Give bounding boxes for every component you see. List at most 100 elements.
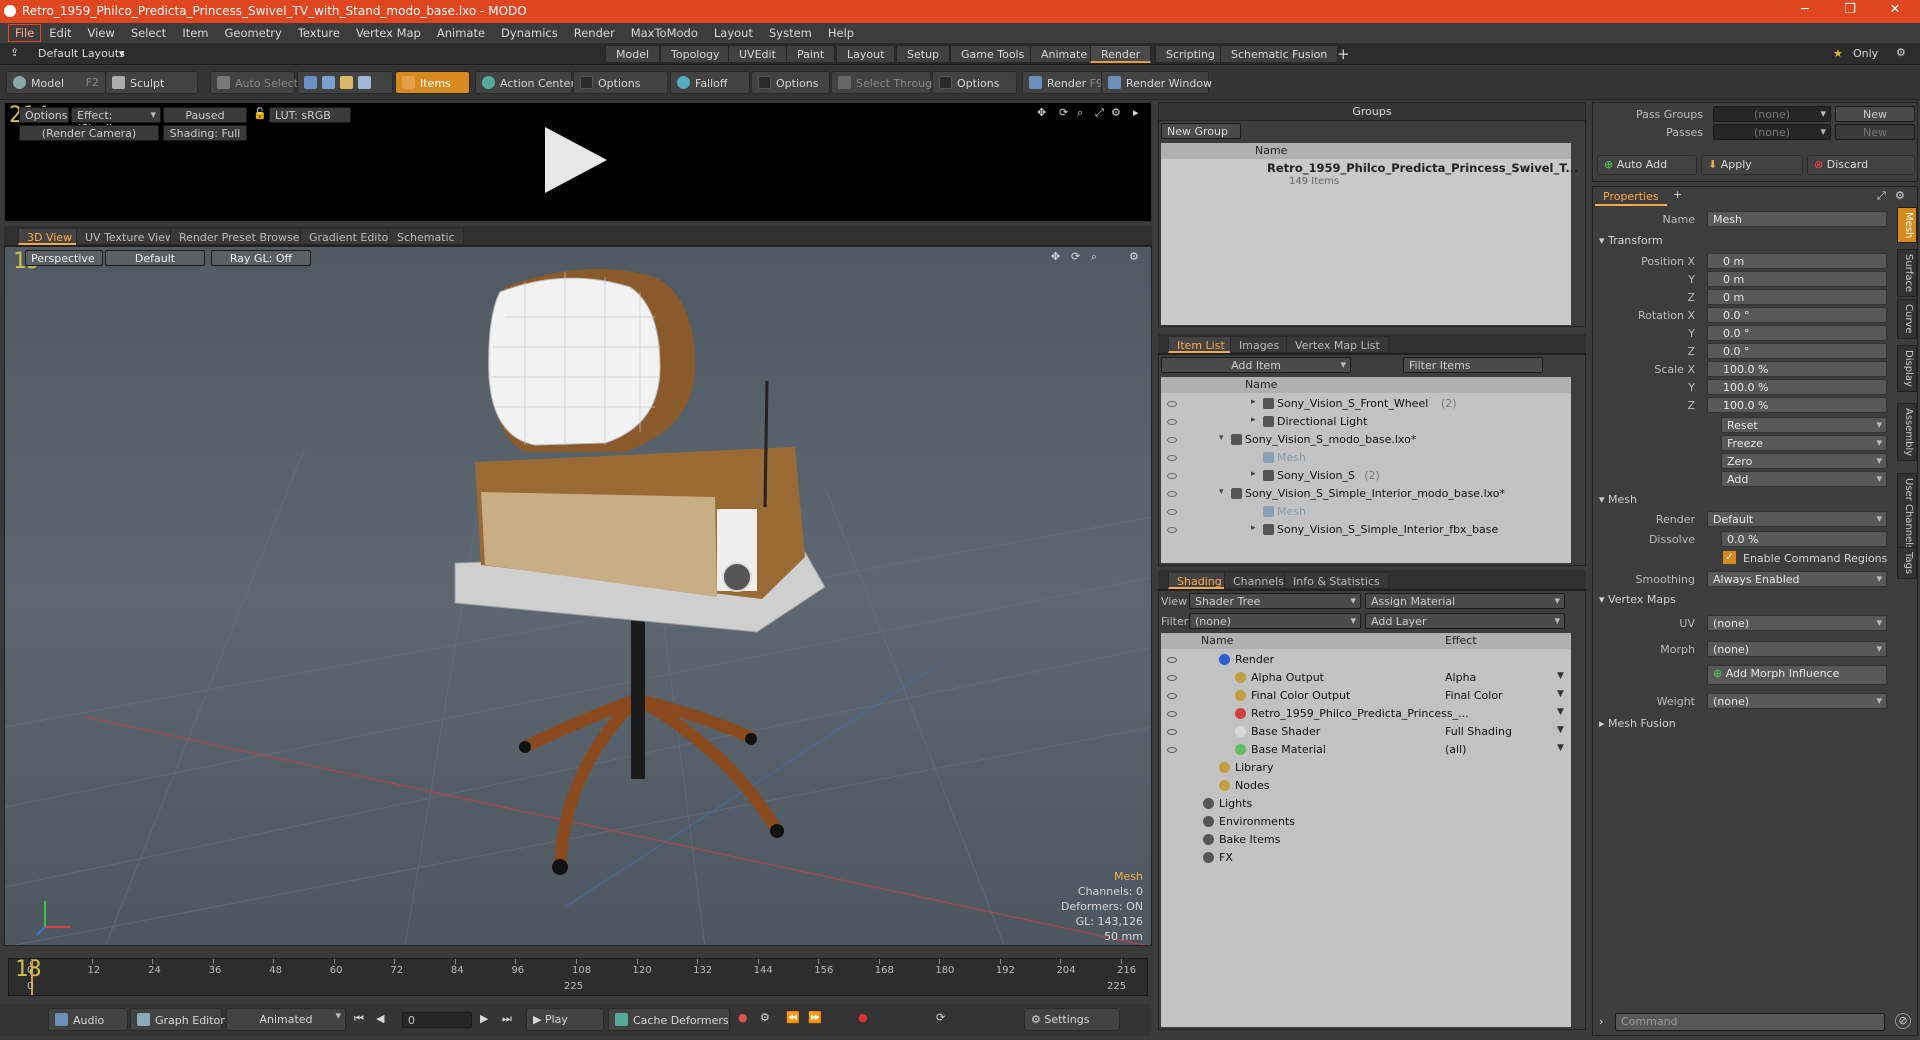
scl-input[interactable]: 100.0 % xyxy=(1707,379,1887,395)
loop-icon[interactable]: ⟳ xyxy=(936,1011,945,1024)
graph-editor-button[interactable]: Graph Editor xyxy=(130,1008,225,1031)
sculpt-mode-button[interactable]: Sculpt xyxy=(105,71,198,94)
mesh-fusion-section[interactable]: ▸ Mesh Fusion xyxy=(1599,717,1676,730)
shader-row[interactable]: Base Material (all) ▼ xyxy=(1161,741,1571,759)
passes-dropdown[interactable]: (none) xyxy=(1713,124,1831,140)
shader-row[interactable]: Lights xyxy=(1161,795,1571,813)
visibility-eye-icon[interactable] xyxy=(1167,491,1177,497)
side-tab-surface[interactable]: Surface xyxy=(1897,249,1917,298)
rot-input[interactable]: 0.0 ° xyxy=(1707,325,1887,341)
preview-refresh-icon[interactable]: ⟳ xyxy=(1059,106,1068,119)
weight-dropdown[interactable]: (none) xyxy=(1707,693,1887,709)
close-icon[interactable]: ✕ xyxy=(1875,2,1915,17)
tab-schematic[interactable]: Schematic xyxy=(388,228,464,245)
side-tab-assembly[interactable]: Assembly xyxy=(1897,403,1917,462)
render-camera-dropdown[interactable]: (Render Camera) xyxy=(19,125,159,141)
rot-input[interactable]: 0.0 ° xyxy=(1707,343,1887,359)
collapse-arrow-icon[interactable]: ▸ xyxy=(1251,523,1256,533)
smoothing-dropdown[interactable]: Always Enabled xyxy=(1707,571,1887,587)
add-tab-icon[interactable]: + xyxy=(1673,188,1682,201)
preview-gear-icon[interactable]: ⚙ xyxy=(1111,106,1121,119)
menu-select[interactable]: Select xyxy=(123,24,174,42)
new-group-button[interactable]: New Group xyxy=(1161,123,1241,139)
preview-expand-icon[interactable]: ⤢ xyxy=(1095,106,1104,120)
visibility-eye-icon[interactable] xyxy=(1167,473,1177,479)
prev-key-icon[interactable]: ⏪ xyxy=(786,1011,800,1024)
shader-row[interactable]: Final Color Output Final Color ▼ xyxy=(1161,687,1571,705)
vertex-mode-icon[interactable] xyxy=(304,76,317,89)
preview-move-icon[interactable]: ✥ xyxy=(1037,106,1046,119)
viewport-rotate-icon[interactable]: ⟳ xyxy=(1071,250,1080,263)
play-icon[interactable] xyxy=(545,127,607,193)
side-tab-display[interactable]: Display xyxy=(1897,345,1917,392)
item-row[interactable]: ▾ Sony_Vision_S_Simple_Interior_modo_base… xyxy=(1161,485,1571,503)
3d-viewport[interactable]: 15 Perspective Default Ray GL: Off ✥ ⟳ ⌕… xyxy=(4,246,1152,946)
visibility-eye-icon[interactable] xyxy=(1167,657,1177,663)
effect-dropdown[interactable]: Final Color xyxy=(1445,689,1565,702)
key-icon[interactable]: ● xyxy=(738,1011,748,1024)
item-row[interactable]: ▸ Sony_Vision_S_Front_Wheel (2) xyxy=(1161,395,1571,413)
pos-input[interactable]: 0 m xyxy=(1707,289,1887,305)
edge-mode-icon[interactable] xyxy=(322,76,335,89)
visibility-eye-icon[interactable] xyxy=(1167,675,1177,681)
preview-options-button[interactable]: Options xyxy=(19,107,69,123)
add-morph-button[interactable]: ⊕ Add Morph Influence xyxy=(1707,665,1887,685)
layout-tab-schematic-fusion[interactable]: Schematic Fusion xyxy=(1220,45,1339,63)
skip-end-icon[interactable]: ⏭ xyxy=(502,1012,512,1026)
auto-add-button[interactable]: ⊕ Auto Add xyxy=(1597,155,1697,175)
discard-button[interactable]: ⊗ Discard xyxy=(1807,155,1915,175)
item-row[interactable]: Mesh xyxy=(1161,503,1571,521)
menu-geometry[interactable]: Geometry xyxy=(217,24,290,42)
default-layouts-dropdown[interactable]: Default Layouts xyxy=(38,47,125,60)
item-row[interactable]: ▸ Sony_Vision_S (2) xyxy=(1161,467,1571,485)
zero-dropdown[interactable]: Zero xyxy=(1721,453,1887,469)
lock-icon[interactable]: 🔓 xyxy=(253,107,267,120)
collapse-arrow-icon[interactable]: ▸ xyxy=(1251,415,1256,425)
side-tab-curve[interactable]: Curve xyxy=(1897,299,1917,339)
frame-input[interactable]: 0 xyxy=(402,1012,472,1028)
step-forward-icon[interactable]: ▶ xyxy=(480,1012,488,1025)
expand-arrow-icon[interactable]: ▾ xyxy=(1219,487,1224,497)
render-dropdown[interactable]: Default xyxy=(1707,511,1887,527)
cache-deformers-button[interactable]: Cache Deformers xyxy=(608,1008,730,1031)
tab-uv-texture-view[interactable]: UV Texture View xyxy=(76,228,183,245)
polygon-mode-icon[interactable] xyxy=(340,76,353,89)
layout-tab-setup[interactable]: Setup xyxy=(896,45,951,63)
visibility-eye-icon[interactable] xyxy=(1167,401,1177,407)
shader-row[interactable]: Base Shader Full Shading ▼ xyxy=(1161,723,1571,741)
visibility-eye-icon[interactable] xyxy=(1167,527,1177,533)
menu-view[interactable]: View xyxy=(80,24,123,42)
menu-animate[interactable]: Animate xyxy=(429,24,493,42)
preview-arrow-icon[interactable]: ▸ xyxy=(1133,106,1139,119)
default-style-dropdown[interactable]: Default xyxy=(105,250,205,266)
add-layer-dropdown[interactable]: Add Layer xyxy=(1365,613,1565,629)
only-toggle[interactable]: Only xyxy=(1853,47,1878,60)
new-pass-group-button[interactable]: New xyxy=(1835,106,1915,122)
tab-gradient-editor[interactable]: Gradient Editor xyxy=(300,228,402,245)
skip-start-icon[interactable]: ⏮ xyxy=(354,1012,364,1026)
tab-channels[interactable]: Channels xyxy=(1224,572,1293,589)
layout-tab-render[interactable]: Render xyxy=(1090,45,1152,63)
key-tools-icon[interactable]: ⚙ xyxy=(760,1011,770,1024)
tab-render-preset-browser[interactable]: Render Preset Browser xyxy=(170,228,314,245)
viewport-move-icon[interactable]: ✥ xyxy=(1051,250,1060,263)
animated-dropdown[interactable]: Animated xyxy=(226,1008,346,1031)
effect-dropdown[interactable]: Effect: (Shadi... xyxy=(71,107,161,135)
play-button[interactable]: ▶ Play xyxy=(526,1008,604,1031)
scl-input[interactable]: 100.0 % xyxy=(1707,361,1887,377)
lut-dropdown[interactable]: LUT: sRGB xyxy=(269,107,351,123)
tab-item-list[interactable]: Item List xyxy=(1168,336,1234,353)
shader-tree-dropdown[interactable]: Shader Tree xyxy=(1189,593,1361,609)
reset-dropdown[interactable]: Reset xyxy=(1721,417,1887,433)
tab-images[interactable]: Images xyxy=(1230,336,1289,353)
visibility-eye-icon[interactable] xyxy=(1167,419,1177,425)
viewport-gear-icon[interactable]: ⚙ xyxy=(1129,250,1139,263)
command-input[interactable]: Command xyxy=(1615,1013,1885,1031)
layout-tab-topology[interactable]: Topology xyxy=(660,45,731,63)
visibility-eye-icon[interactable] xyxy=(1167,711,1177,717)
material-mode-icon[interactable] xyxy=(358,76,371,89)
shader-row[interactable]: Library xyxy=(1161,759,1571,777)
add-item-dropdown[interactable]: Add Item xyxy=(1161,357,1351,373)
layout-arrow-icon[interactable]: ⇪ xyxy=(10,46,19,59)
layout-tab-animate[interactable]: Animate xyxy=(1030,45,1099,63)
